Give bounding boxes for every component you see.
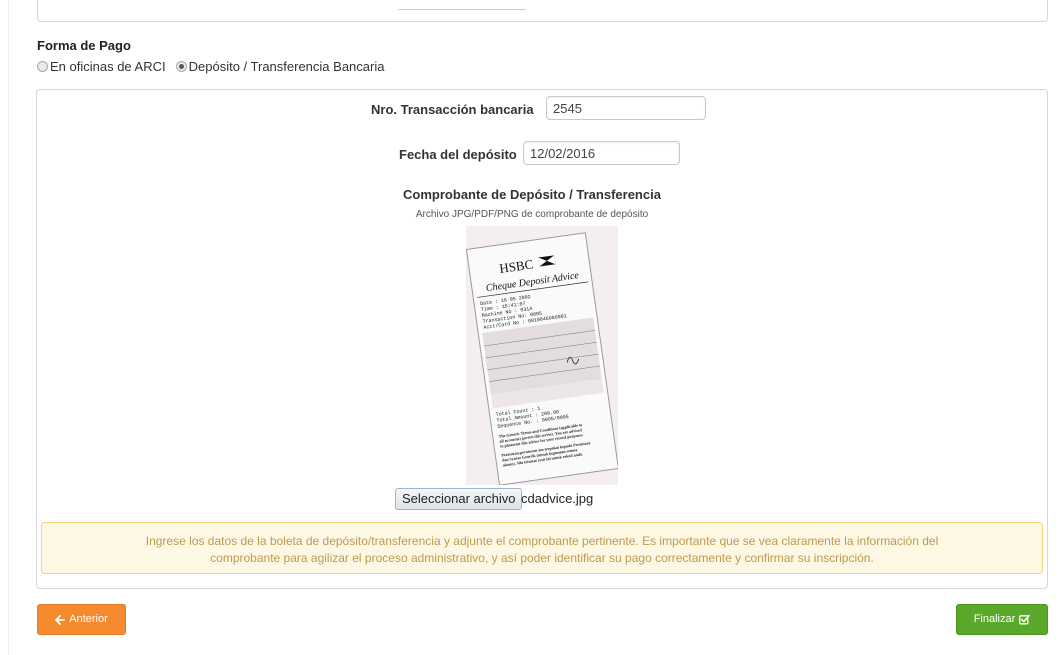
- previous-section-panel: [37, 0, 1048, 22]
- previous-button[interactable]: Anterior: [37, 604, 126, 635]
- deposit-date-input[interactable]: [523, 141, 680, 165]
- check-square-icon: [1019, 614, 1031, 625]
- radio-deposito-label[interactable]: Depósito / Transferencia Bancaria: [189, 59, 385, 74]
- radio-oficinas-label[interactable]: En oficinas de ARCI: [50, 59, 166, 74]
- page-left-rule: [8, 0, 9, 655]
- receipt-section-title: Comprobante de Depósito / Transferencia: [403, 187, 661, 202]
- previous-input-edge: [398, 9, 526, 10]
- select-file-button[interactable]: Seleccionar archivo: [395, 488, 523, 510]
- alert-line-1: Ingrese los datos de la boleta de depósi…: [145, 534, 939, 548]
- transaction-number-input[interactable]: [546, 96, 706, 120]
- arrow-left-icon: [55, 614, 66, 625]
- receipt-preview-image: HSBC Cheque Deposit Advice Date : 16 05 …: [466, 226, 618, 485]
- instructions-alert: Ingrese los datos de la boleta de depósi…: [41, 522, 1043, 574]
- radio-deposito[interactable]: [175, 61, 187, 72]
- finish-button[interactable]: Finalizar: [956, 604, 1048, 635]
- selected-file-name: cdadvice.jpg: [521, 491, 594, 506]
- finish-button-label: Finalizar: [973, 613, 1016, 625]
- radio-oficinas[interactable]: [37, 61, 48, 72]
- payment-method-options: En oficinas de ARCI Depósito / Transfere…: [37, 59, 384, 74]
- alert-line-2: comprobante para agilizar el proceso adm…: [210, 551, 874, 565]
- previous-button-label: Anterior: [69, 613, 108, 625]
- deposit-date-label: Fecha del depósito: [399, 147, 517, 162]
- receipt-section-subtitle: Archivo JPG/PDF/PNG de comprobante de de…: [415, 209, 649, 220]
- transaction-number-label: Nro. Transacción bancaria: [371, 102, 534, 117]
- payment-method-label: Forma de Pago: [37, 38, 131, 53]
